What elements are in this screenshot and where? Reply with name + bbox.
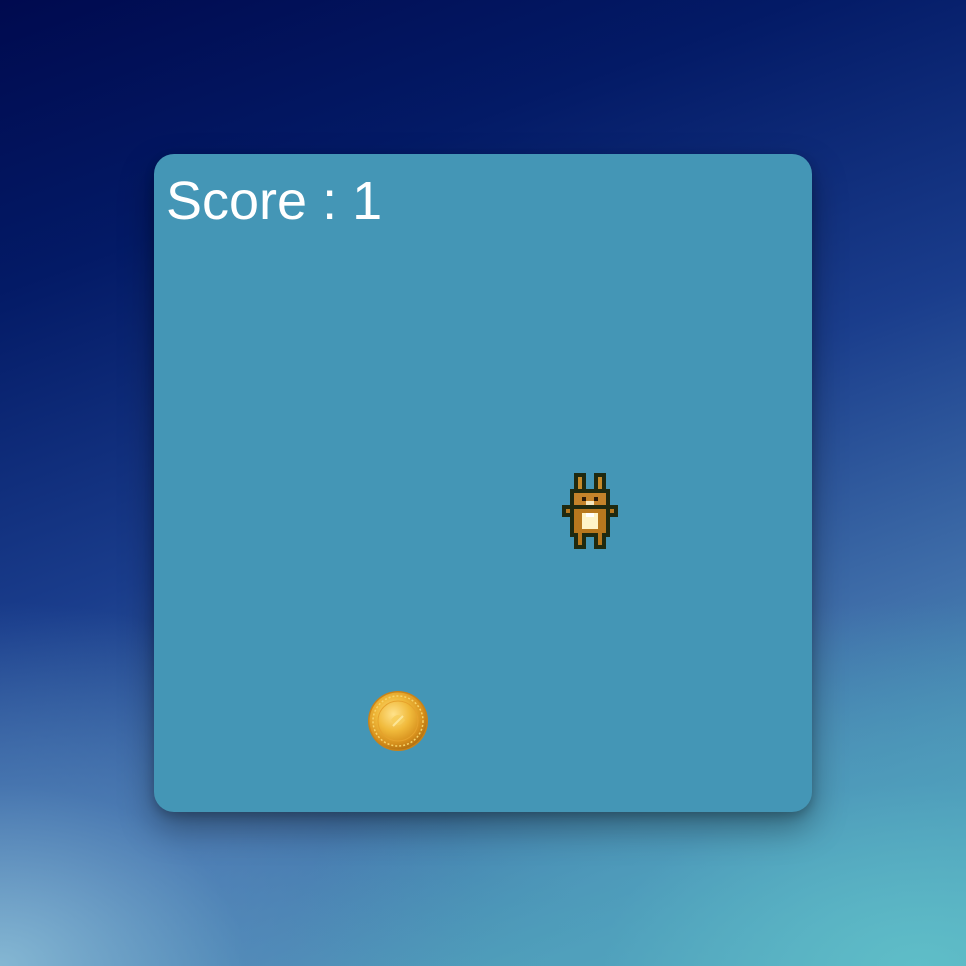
- gold-coin-icon: [367, 690, 429, 752]
- score-display: Score : 1: [166, 174, 382, 228]
- score-separator: :: [322, 171, 338, 231]
- score-value: 1: [352, 171, 383, 231]
- bunny-icon: [562, 472, 618, 550]
- game-canvas[interactable]: Score : 1: [154, 154, 812, 812]
- score-label: Score: [166, 171, 308, 231]
